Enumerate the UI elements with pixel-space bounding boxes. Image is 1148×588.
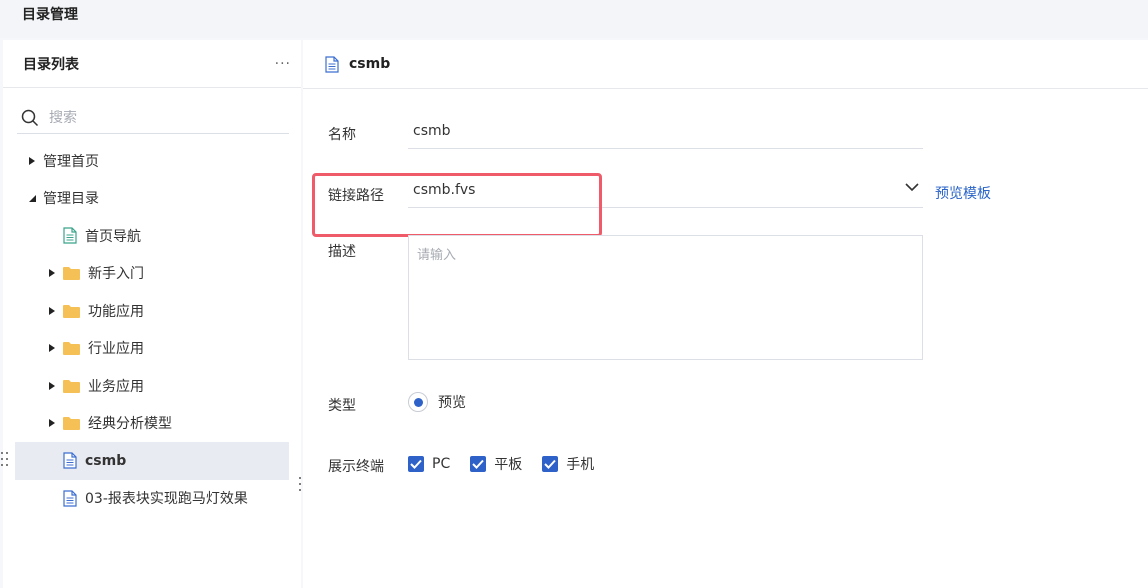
tree-item-selected-template[interactable]: csmb bbox=[15, 442, 289, 480]
tree-item-folder[interactable]: 行业应用 bbox=[3, 330, 301, 368]
radio-label: 预览 bbox=[438, 395, 466, 411]
caret-right-icon[interactable] bbox=[47, 344, 57, 353]
caret-down-icon[interactable] bbox=[27, 194, 37, 203]
type-row: 类型 bbox=[328, 395, 408, 415]
checkbox-label: PC bbox=[432, 456, 451, 472]
check-icon[interactable] bbox=[470, 456, 487, 472]
search-input[interactable] bbox=[49, 109, 269, 126]
tree-item-label: 功能应用 bbox=[88, 303, 144, 320]
path-value: csmb.fvs bbox=[413, 182, 476, 198]
checkbox-label: 手机 bbox=[566, 457, 595, 473]
checkbox-mobile[interactable]: 手机 bbox=[542, 454, 594, 474]
more-icon[interactable]: ··· bbox=[275, 56, 291, 72]
page-blue-icon bbox=[63, 490, 77, 507]
tree-item-label: csmb bbox=[85, 452, 127, 469]
checkbox-tablet[interactable]: 平板 bbox=[470, 454, 522, 474]
tree-item-home[interactable]: 管理首页 bbox=[3, 142, 301, 180]
type-label: 类型 bbox=[328, 398, 356, 414]
radio-dot bbox=[413, 397, 423, 407]
folder-icon bbox=[63, 341, 80, 356]
path-select[interactable]: csmb.fvs bbox=[408, 174, 923, 208]
folder-icon bbox=[63, 416, 80, 431]
name-label: 名称 bbox=[328, 127, 356, 143]
check-icon[interactable] bbox=[542, 456, 559, 472]
name-row: 名称 bbox=[328, 124, 408, 144]
document-icon bbox=[325, 55, 339, 73]
chevron-down-icon[interactable] bbox=[905, 183, 919, 192]
path-label: 链接路径 bbox=[328, 188, 384, 204]
tree-item-label: 03-报表块实现跑马灯效果 bbox=[85, 491, 248, 508]
check-icon[interactable] bbox=[408, 456, 424, 472]
caret-right-icon[interactable] bbox=[47, 306, 57, 315]
terminal-label: 展示终端 bbox=[328, 459, 384, 475]
sidebar-title: 目录列表 bbox=[23, 56, 79, 73]
name-field[interactable]: csmb bbox=[408, 115, 923, 149]
desc-row: 描述 bbox=[328, 241, 408, 261]
drag-handle-icon[interactable] bbox=[0, 451, 10, 467]
checkbox-label: 平板 bbox=[494, 457, 523, 473]
folder-icon bbox=[63, 379, 80, 393]
tree-item-folder[interactable]: 经典分析模型 bbox=[3, 405, 301, 443]
tree-item-label: 行业应用 bbox=[88, 341, 144, 358]
tree-item-folder[interactable]: 功能应用 bbox=[3, 292, 301, 330]
tree-item-template[interactable]: 首页导航 bbox=[3, 217, 301, 255]
search-icon bbox=[21, 109, 39, 126]
terminal-checkboxes: PC 平板 手机 bbox=[408, 454, 614, 474]
page-title: 目录管理 bbox=[0, 0, 1148, 38]
tree-item-catalog[interactable]: 管理目录 bbox=[3, 180, 301, 218]
directory-sidebar: 目录列表 ··· 管理首页 管理目录 首页导航 bbox=[3, 40, 301, 588]
caret-right-icon[interactable] bbox=[47, 269, 57, 278]
type-radio-option[interactable]: 预览 bbox=[408, 392, 466, 412]
detail-header: csmb bbox=[303, 40, 1148, 89]
page-blue-icon bbox=[63, 452, 77, 469]
sidebar-header: 目录列表 ··· bbox=[3, 40, 301, 88]
checkbox-pc[interactable]: PC bbox=[408, 456, 450, 472]
tree-item-folder[interactable]: 新手入门 bbox=[3, 255, 301, 293]
tree-item-label: 管理目录 bbox=[43, 191, 99, 208]
desc-label: 描述 bbox=[328, 244, 356, 260]
tree-item-label: 首页导航 bbox=[85, 228, 141, 245]
tree-item-template[interactable]: 03-报表块实现跑马灯效果 bbox=[3, 480, 301, 518]
caret-right-icon[interactable] bbox=[47, 419, 57, 428]
path-row: 链接路径 bbox=[328, 185, 408, 205]
tree-item-label: 业务应用 bbox=[88, 378, 144, 395]
directory-tree: 管理首页 管理目录 首页导航 新手入门 功能应用 行业应用 业务应用 经典分析模… bbox=[3, 142, 301, 517]
radio-button[interactable] bbox=[408, 392, 428, 412]
caret-right-icon[interactable] bbox=[47, 381, 57, 390]
preview-template-link[interactable]: 预览模板 bbox=[935, 183, 991, 203]
terminal-row: 展示终端 bbox=[328, 456, 408, 476]
description-textarea[interactable] bbox=[408, 235, 923, 360]
search-box[interactable] bbox=[17, 102, 289, 134]
detail-title: csmb bbox=[349, 56, 391, 72]
folder-icon bbox=[63, 266, 80, 281]
tree-item-label: 管理首页 bbox=[43, 153, 99, 170]
tree-item-folder[interactable]: 业务应用 bbox=[3, 367, 301, 405]
caret-right-icon[interactable] bbox=[27, 156, 37, 165]
folder-icon bbox=[63, 304, 80, 318]
page-green-icon bbox=[63, 227, 77, 244]
tree-item-label: 新手入门 bbox=[88, 266, 144, 283]
tree-item-label: 经典分析模型 bbox=[88, 416, 172, 433]
detail-panel: csmb 名称 csmb 链接路径 csmb.fvs 预览模板 描述 类型 预览… bbox=[303, 40, 1148, 588]
